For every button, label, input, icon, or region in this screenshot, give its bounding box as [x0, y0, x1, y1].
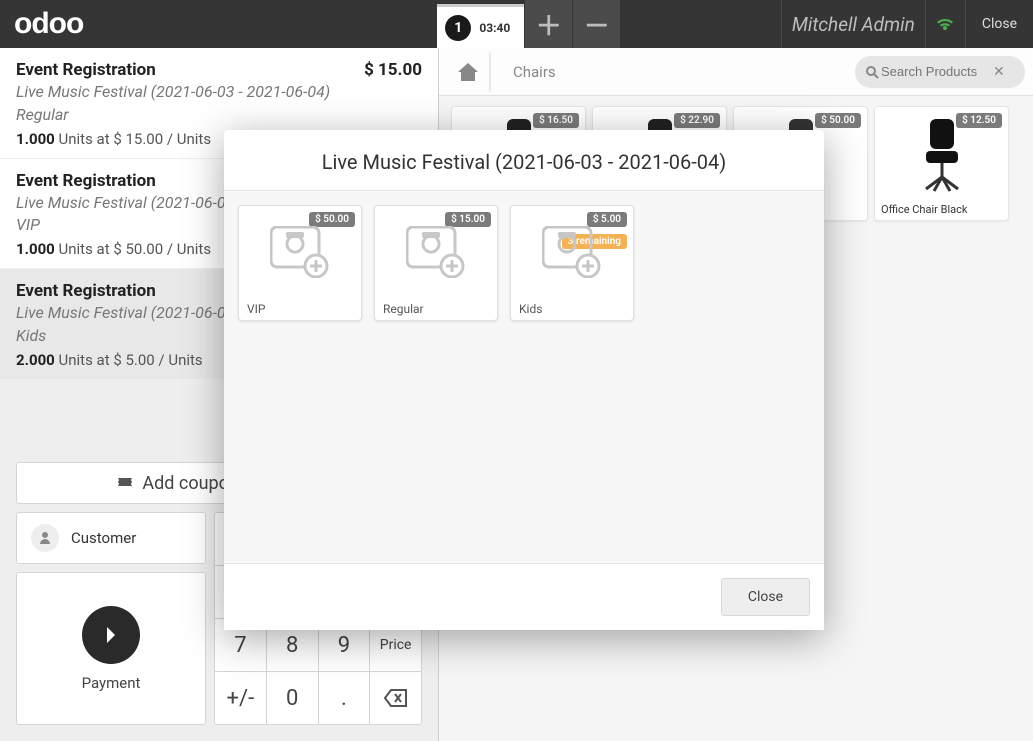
event-ticket-modal: Live Music Festival (2021-06-03 - 2021-0…	[224, 130, 824, 630]
ticket-card[interactable]: $ 50.00 VIP	[238, 205, 362, 321]
placeholder-image-icon	[239, 226, 361, 278]
placeholder-image-icon	[511, 226, 633, 278]
ticket-card[interactable]: $ 5.00 3 remaining Kids	[510, 205, 634, 321]
price-tag: $ 50.00	[309, 212, 355, 227]
placeholder-image-icon	[375, 226, 497, 278]
ticket-name: Kids	[511, 298, 633, 320]
ticket-name: Regular	[375, 298, 497, 320]
price-tag: $ 5.00	[587, 212, 627, 227]
modal-close-button[interactable]: Close	[721, 578, 810, 616]
modal-title: Live Music Festival (2021-06-03 - 2021-0…	[224, 130, 824, 191]
ticket-card[interactable]: $ 15.00 Regular	[374, 205, 498, 321]
ticket-name: VIP	[239, 298, 361, 320]
price-tag: $ 15.00	[445, 212, 491, 227]
